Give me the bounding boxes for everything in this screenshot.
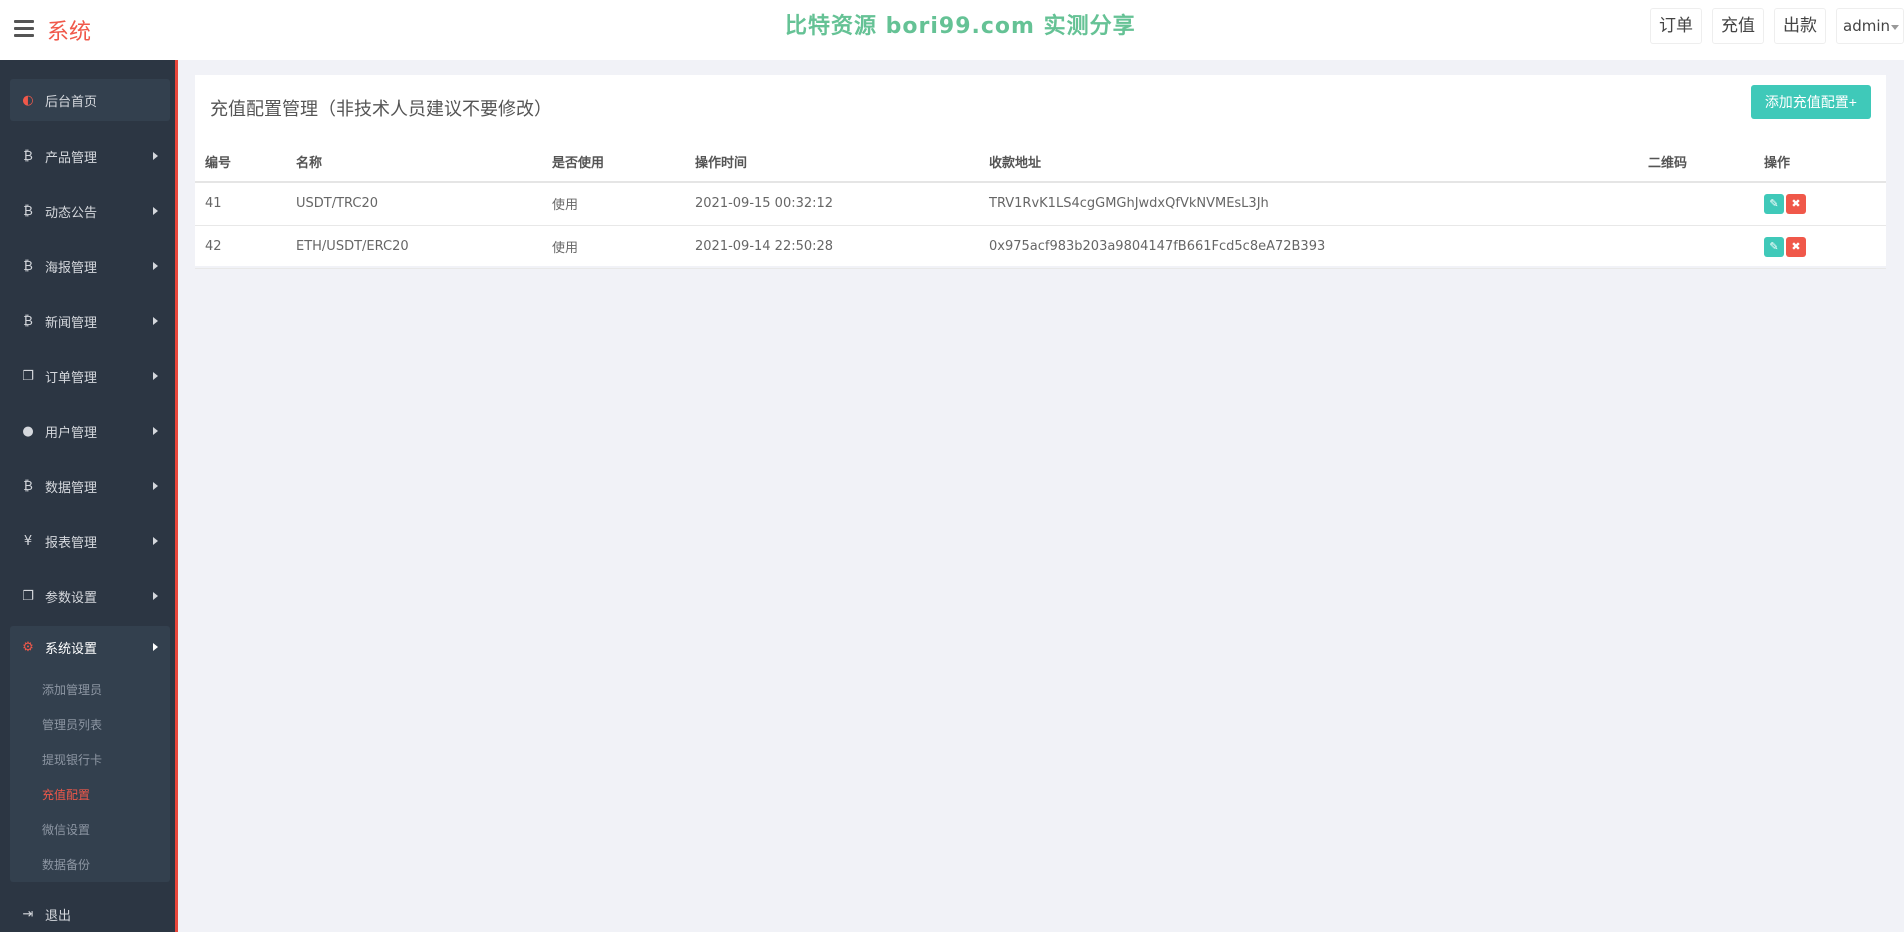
sidebar-item-users[interactable]: ● 用户管理 [10,410,170,452]
sub-item-admin-list[interactable]: 管理员列表 [42,716,102,733]
cell-name: ETH/USDT/ERC20 [286,225,542,269]
caret-right-icon [153,643,158,651]
sidebar-item-products[interactable]: ₿ 产品管理 [10,135,170,177]
sub-item-wechat[interactable]: 微信设置 [42,821,90,838]
cell-time: 2021-09-15 00:32:12 [685,182,979,226]
caret-right-icon [153,372,158,380]
sidebar-item-label: 海报管理 [45,260,98,276]
user-name: admin [1843,17,1890,35]
cell-qrcode [1638,225,1754,269]
bitcoin-icon: ₿ [23,314,33,329]
withdraw-button[interactable]: 出款 [1774,8,1826,44]
sidebar-item-label: 用户管理 [45,425,98,441]
bitcoin-icon: ₿ [23,149,33,164]
sidebar-item-label: 数据管理 [45,480,98,496]
cell-id: 42 [195,225,286,269]
sidebar-item-news[interactable]: ₿ 新闻管理 [10,300,170,342]
col-time: 操作时间 [685,142,979,183]
cell-status: 使用 [542,182,685,226]
sidebar-item-label: 后台首页 [45,94,98,110]
sidebar-item-posters[interactable]: ₿ 海报管理 [10,245,170,287]
sidebar-item-label: 产品管理 [45,150,98,166]
recharge-button[interactable]: 充值 [1712,8,1764,44]
caret-down-icon [1891,25,1899,30]
caret-right-icon [153,152,158,160]
sidebar-item-system[interactable]: ⚙ 系统设置 [10,626,170,668]
col-status: 是否使用 [542,142,685,183]
cell-actions: ✎ ✖ [1754,182,1886,226]
cell-address: 0x975acf983b203a9804147fB661Fcd5c8eA72B3… [979,225,1638,269]
sidebar-item-home[interactable]: ◐ 后台首页 [10,79,170,121]
sidebar-item-label: 新闻管理 [45,315,98,331]
top-header: 系统 比特资源 bori99.com 实测分享 订单 充值 出款 admin [0,0,1904,60]
bitcoin-icon: ₿ [23,204,33,219]
top-actions: 订单 充值 出款 admin [1650,8,1904,44]
sub-item-bank-cards[interactable]: 提现银行卡 [42,751,102,768]
logout-button[interactable]: ⇥ 退出 [10,894,170,932]
add-recharge-config-button[interactable]: 添加充值配置+ [1750,85,1871,119]
sidebar-item-announcements[interactable]: ₿ 动态公告 [10,190,170,232]
caret-right-icon [153,317,158,325]
sidebar-item-label: 动态公告 [45,205,98,221]
caret-right-icon [153,592,158,600]
sidebar: ◐ 后台首页 ₿ 产品管理 ₿ 动态公告 ₿ 海报管理 ₿ 新闻管理 ❐ 订单管… [0,60,178,932]
cell-time: 2021-09-14 22:50:28 [685,225,979,269]
caret-right-icon [153,427,158,435]
sidebar-item-label: 系统设置 [45,641,98,657]
recharge-config-table: 编号 名称 是否使用 操作时间 收款地址 二维码 操作 41 USDT/TRC2… [195,142,1886,269]
table-header-row: 编号 名称 是否使用 操作时间 收款地址 二维码 操作 [195,142,1886,183]
col-actions: 操作 [1754,142,1886,183]
user-menu[interactable]: admin [1836,8,1904,44]
sidebar-item-label: 参数设置 [45,590,98,606]
brand-title: 系统 [47,20,92,45]
page-title: 充值配置管理（非技术人员建议不要修改） [210,99,552,120]
sidebar-item-reports[interactable]: ¥ 报表管理 [10,520,170,562]
copy-icon: ❐ [22,588,34,604]
col-qrcode: 二维码 [1638,142,1754,183]
cell-qrcode [1638,182,1754,226]
system-settings-group: ⚙ 系统设置 添加管理员 管理员列表 提现银行卡 充值配置 微信设置 数据备份 [10,626,170,882]
menu-toggle-icon[interactable] [14,20,34,38]
edit-icon[interactable]: ✎ [1764,236,1784,257]
caret-right-icon [153,537,158,545]
sub-item-recharge-config[interactable]: 充值配置 [42,786,90,803]
yen-icon: ¥ [23,533,33,549]
watermark-text: 比特资源 bori99.com 实测分享 [785,14,1136,39]
sidebar-item-params[interactable]: ❐ 参数设置 [10,575,170,617]
col-name: 名称 [286,142,542,183]
sign-out-icon: ⇥ [22,906,34,922]
copy-icon: ❐ [22,368,34,384]
sidebar-item-label: 报表管理 [45,535,98,551]
sidebar-item-data[interactable]: ₿ 数据管理 [10,465,170,507]
user-icon: ● [22,423,34,439]
col-id: 编号 [195,142,286,183]
cell-status: 使用 [542,225,685,269]
cell-address: TRV1RvK1LS4cgGMGhJwdxQfVkNVMEsL3Jh [979,182,1638,226]
orders-button[interactable]: 订单 [1650,8,1702,44]
sidebar-item-label: 订单管理 [45,370,98,386]
sidebar-item-orders[interactable]: ❐ 订单管理 [10,355,170,397]
caret-right-icon [153,482,158,490]
table-row: 41 USDT/TRC20 使用 2021-09-15 00:32:12 TRV… [195,182,1886,226]
cogs-icon: ⚙ [22,639,34,655]
trash-icon[interactable]: ✖ [1786,236,1806,257]
edit-icon[interactable]: ✎ [1764,193,1784,214]
col-address: 收款地址 [979,142,1638,183]
caret-right-icon [153,207,158,215]
sub-item-backup[interactable]: 数据备份 [42,856,90,873]
bitcoin-icon: ₿ [23,479,33,494]
dashboard-icon: ◐ [22,92,34,108]
bitcoin-icon: ₿ [23,259,33,274]
table-row: 42 ETH/USDT/ERC20 使用 2021-09-14 22:50:28… [195,225,1886,269]
caret-right-icon [153,262,158,270]
cell-id: 41 [195,182,286,226]
cell-actions: ✎ ✖ [1754,225,1886,269]
cell-name: USDT/TRC20 [286,182,542,226]
logout-label: 退出 [45,908,72,924]
trash-icon[interactable]: ✖ [1786,193,1806,214]
recharge-config-panel: 充值配置管理（非技术人员建议不要修改） 添加充值配置+ 编号 名称 是否使用 操… [195,75,1886,269]
sub-item-add-admin[interactable]: 添加管理员 [42,681,102,698]
